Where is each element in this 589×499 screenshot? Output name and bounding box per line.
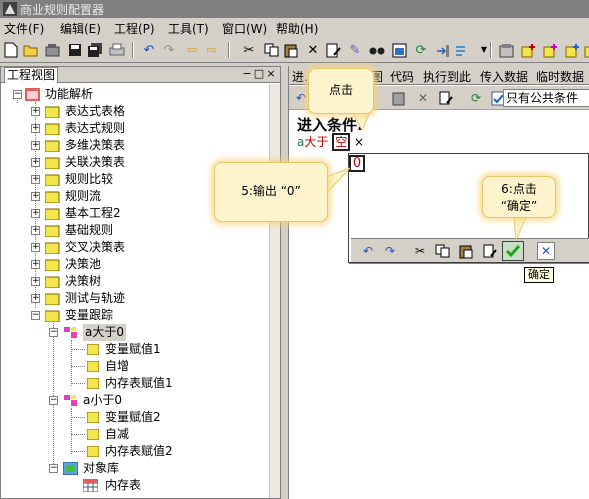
app-icon <box>3 2 17 16</box>
cut-icon[interactable]: ✂ <box>240 41 258 59</box>
save-icon[interactable] <box>66 41 84 59</box>
paste-icon[interactable] <box>282 41 300 59</box>
menu-tools[interactable]: 工具(T) <box>168 20 209 37</box>
tree-node[interactable]: + 决策池 <box>1 256 268 273</box>
condition-value-empty[interactable]: 空 <box>332 133 351 151</box>
condition-remove[interactable]: × <box>354 135 364 149</box>
delete-icon[interactable]: ✕ <box>414 89 432 107</box>
condition-operator[interactable]: 大于 <box>304 135 328 149</box>
input-icon-2[interactable] <box>452 41 470 59</box>
tree-node[interactable]: + 表达式表格 <box>1 103 268 120</box>
tree-leaf[interactable]: 内存表赋值2 <box>1 443 268 460</box>
find-icon[interactable] <box>368 41 386 59</box>
print-icon[interactable] <box>108 41 126 59</box>
undo-icon[interactable]: ↶ <box>140 41 158 59</box>
properties-icon[interactable] <box>390 41 408 59</box>
confirm-check-icon[interactable] <box>502 241 524 261</box>
tree-node[interactable]: + 交叉决策表 <box>1 239 268 256</box>
open-icon[interactable] <box>22 41 40 59</box>
redo-icon[interactable]: ↷ <box>381 242 399 260</box>
tree-node[interactable]: + 基础规则 <box>1 222 268 239</box>
edit-icon[interactable] <box>481 242 499 260</box>
forward-arrow-icon[interactable]: ⇨ <box>203 41 221 59</box>
undo-icon[interactable]: ↶ <box>359 242 377 260</box>
settings-icon[interactable] <box>497 41 515 59</box>
tree-scrollbar[interactable] <box>269 84 280 498</box>
copy-icon[interactable] <box>433 242 451 260</box>
condition-expression: a大于 空 × <box>297 133 364 151</box>
menu-help[interactable]: 帮助(H) <box>276 20 318 37</box>
redo-icon[interactable]: ↷ <box>160 41 178 59</box>
tree-node-object-library[interactable]: − 对象库 <box>1 460 268 477</box>
rule-export-icon[interactable] <box>583 41 589 59</box>
paste-icon[interactable] <box>390 89 408 107</box>
copy-icon[interactable] <box>262 41 280 59</box>
input-icon[interactable] <box>434 41 452 59</box>
refresh-icon[interactable]: ⟳ <box>467 89 485 107</box>
tree-leaf-memory-table[interactable]: 内存表 <box>1 477 268 494</box>
menu-bar: 文件(F) 编辑(E) 工程(P) 工具(T) 窗口(W) 帮助(H) <box>0 18 589 37</box>
rule-new-icon[interactable] <box>541 41 559 59</box>
rule-copy-icon[interactable] <box>563 41 581 59</box>
project-view-panel: 工程视图 − □ × − 功能解析 + 表达式表格 + 表达式规则 + 多维决策表 +… <box>0 66 281 499</box>
window-title: 商业规则配置器 <box>20 3 105 17</box>
value-input[interactable]: 0 <box>349 155 365 172</box>
menu-edit[interactable]: 编辑(E) <box>60 20 101 37</box>
condition-scope-select[interactable]: 只有公共条件 <box>503 89 589 107</box>
tree-label: 功能解析 <box>45 87 94 101</box>
edit-icon[interactable] <box>437 89 455 107</box>
main-toolbar: ↶ ↷ ⇦ ⇨ ✂ ✕ ✎ ⟳ ▼ <box>0 37 589 63</box>
callout-confirm: 6:点击 “确定” <box>482 176 556 218</box>
callout-click: 点击 <box>308 68 374 114</box>
paste-icon[interactable] <box>457 242 475 260</box>
tree-node-tracking[interactable]: − 变量跟踪 <box>1 307 268 324</box>
tree-node-gt-zero[interactable]: − a大于0 <box>1 324 268 341</box>
save-all-icon[interactable] <box>86 41 104 59</box>
tree-node[interactable]: + 测试与轨迹 <box>1 290 268 307</box>
tree-node-lt-zero[interactable]: − a小于0 <box>1 392 268 409</box>
project-view-tab[interactable]: 工程视图 <box>4 67 59 83</box>
condition-title: 进入条件: <box>297 116 363 134</box>
maximize-panel-icon[interactable]: □ <box>253 68 265 80</box>
tab-input-data[interactable]: 传入数据 <box>480 68 528 85</box>
menu-file[interactable]: 文件(F) <box>4 20 44 37</box>
wand-icon[interactable]: ✎ <box>346 41 364 59</box>
delete-icon[interactable]: ✕ <box>304 41 322 59</box>
project-tree: − 功能解析 + 表达式表格 + 表达式规则 + 多维决策表 + 关联决策表 + 规则比较… <box>1 84 268 498</box>
confirm-tooltip: 确定 <box>524 267 554 283</box>
menu-project[interactable]: 工程(P) <box>114 20 155 37</box>
cut-icon[interactable]: ✂ <box>411 242 429 260</box>
callout-output-zero: 5:输出 “0” <box>214 162 328 222</box>
minimize-panel-icon[interactable]: − <box>241 68 253 80</box>
edit-icon[interactable] <box>324 41 342 59</box>
open-folder-icon[interactable] <box>44 41 62 59</box>
refresh-icon[interactable]: ⟳ <box>412 41 430 59</box>
tab-code[interactable]: 代码 <box>390 68 414 85</box>
close-panel-icon[interactable]: × <box>265 68 277 80</box>
tab-run-to-here[interactable]: 执行到此 <box>423 68 471 85</box>
tree-leaf[interactable]: 变量赋值2 <box>1 409 268 426</box>
tree-leaf[interactable]: 变量赋值1 <box>1 341 268 358</box>
tree-leaf[interactable]: 自增 <box>1 358 268 375</box>
edit-popup-toolbar: ↶ ↷ ✂ ✕ <box>351 238 589 262</box>
tree-node[interactable]: + 表达式规则 <box>1 120 268 137</box>
tree-node-root[interactable]: − 功能解析 <box>1 86 268 103</box>
tree-node[interactable]: + 决策树 <box>1 273 268 290</box>
tree-node[interactable]: + 多维决策表 <box>1 137 268 154</box>
project-view-header: 工程视图 − □ × <box>1 67 280 83</box>
new-icon[interactable] <box>2 41 20 59</box>
tree-leaf[interactable]: 内存表赋值1 <box>1 375 268 392</box>
tree-leaf[interactable]: 自减 <box>1 426 268 443</box>
title-bar: 商业规则配置器 <box>0 0 589 18</box>
menu-window[interactable]: 窗口(W) <box>222 20 267 37</box>
back-arrow-icon[interactable]: ⇦ <box>183 41 201 59</box>
cancel-icon[interactable]: ✕ <box>537 242 555 260</box>
rule-add-icon[interactable] <box>519 41 537 59</box>
tab-temp-data[interactable]: 临时数据 <box>536 68 584 85</box>
